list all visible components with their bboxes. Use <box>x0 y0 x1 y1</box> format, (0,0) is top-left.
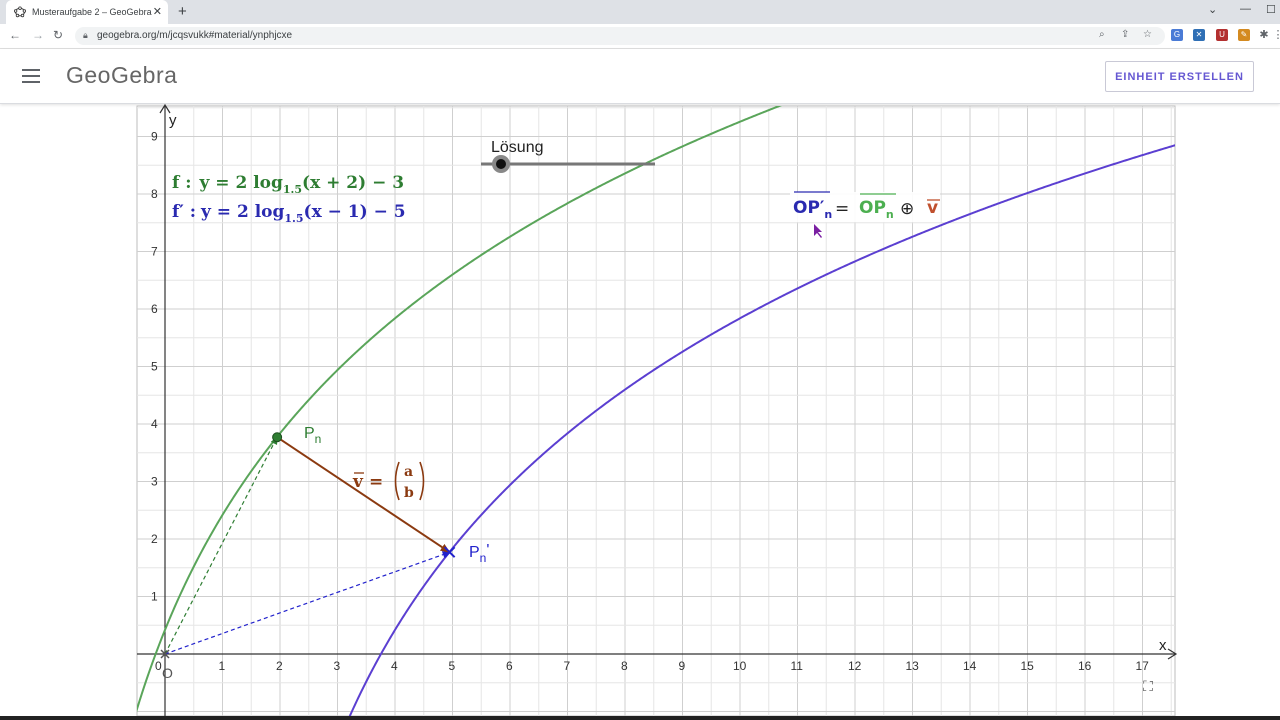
y-tick-label: 4 <box>151 417 158 431</box>
x-tick-label: 4 <box>391 659 398 673</box>
browser-tab[interactable]: Musteraufgabe 2 – GeoGebra ✕ <box>6 0 168 24</box>
x-tick-label: 12 <box>848 659 862 673</box>
browser-toolbar: ← → ↻ 🔒︎ geogebra.org/m/jcqsvukk#materia… <box>0 24 1280 49</box>
tab-title: Musteraufgabe 2 – GeoGebra <box>32 7 152 17</box>
x-tick-label: 14 <box>963 659 977 673</box>
tab-close-icon[interactable]: ✕ <box>153 5 162 18</box>
extensions-puzzle-icon[interactable]: ✱ <box>1258 29 1270 41</box>
x-tick-label: 5 <box>449 659 456 673</box>
vector-component-a: a <box>404 464 413 480</box>
x-tick-label: 17 <box>1136 659 1150 673</box>
zoom-icon[interactable]: ⌕ <box>1099 29 1105 40</box>
y-tick-label: 8 <box>151 187 158 201</box>
y-tick-label: 6 <box>151 302 158 316</box>
back-icon[interactable]: ← <box>9 28 21 42</box>
tab-search-icon[interactable]: ⌄ <box>1208 3 1217 16</box>
menu-dots-icon[interactable]: ⋮ <box>1272 29 1280 41</box>
forward-icon[interactable]: → <box>32 28 44 42</box>
x-axis-label: x <box>1159 637 1167 654</box>
vector-v-letter: v <box>352 472 364 492</box>
minimize-icon[interactable]: — <box>1240 3 1251 15</box>
y-tick-label: 7 <box>151 245 158 259</box>
hamburger-menu-icon[interactable] <box>22 69 40 83</box>
x-tick-label: 6 <box>506 659 513 673</box>
x-tick-label: 10 <box>733 659 747 673</box>
slider-handle[interactable] <box>496 159 506 169</box>
share-icon[interactable]: ⇪ <box>1121 29 1129 40</box>
x-tick-label: 16 <box>1078 659 1092 673</box>
svg-text:⊕: ⊕ <box>900 199 914 219</box>
fullscreen-icon[interactable]: ⛶ <box>1138 678 1158 698</box>
more-options-icon[interactable]: ⋮ <box>1276 69 1280 86</box>
geogebra-logo[interactable]: GeoGebra <box>66 62 177 89</box>
new-tab-button[interactable]: + <box>178 3 187 20</box>
x-tick-label: 8 <box>621 659 628 673</box>
y-tick-label: 5 <box>151 360 158 374</box>
browser-tabbar: Musteraufgabe 2 – GeoGebra ✕ + ⌄ — ☐ <box>0 0 1280 24</box>
point-pn <box>272 432 283 443</box>
geogebra-favicon-icon <box>14 6 26 18</box>
svg-text:=: = <box>835 199 849 219</box>
address-bar[interactable]: 🔒︎ geogebra.org/m/jcqsvukk#material/ynph… <box>75 27 1165 45</box>
create-unit-button[interactable]: EINHEIT ERSTELLEN <box>1105 61 1254 92</box>
x-tick-label: 3 <box>334 659 341 673</box>
x-tick-label: 13 <box>906 659 920 673</box>
reload-icon[interactable]: ↻ <box>53 28 63 42</box>
vector-relation[interactable]: OP′n = OPn ⊕ v <box>790 191 940 222</box>
geogebra-header: GeoGebra EINHEIT ERSTELLEN ⋮ <box>0 49 1280 104</box>
vector-component-b: b <box>404 485 414 501</box>
pen-extension-icon[interactable]: ✎ <box>1238 29 1250 41</box>
y-tick-label: 3 <box>151 475 158 489</box>
slider-label: Lösung <box>491 139 544 156</box>
url-text: geogebra.org/m/jcqsvukk#material/ynphjcx… <box>97 30 293 41</box>
maximize-icon[interactable]: ☐ <box>1266 3 1276 16</box>
vscode-extension-icon[interactable]: ✕ <box>1193 29 1205 41</box>
x-tick-label: 2 <box>276 659 283 673</box>
x-tick-label: 1 <box>219 659 226 673</box>
x-tick-label: 7 <box>564 659 571 673</box>
vector-equals: = <box>369 472 383 492</box>
y-tick-label: 9 <box>151 130 158 144</box>
lock-icon: 🔒︎ <box>83 30 88 40</box>
graph-view[interactable]: xy 0 1 2 3 4 5 6 7 8 9 10 11 12 13 14 15 16 17123456789 P… <box>0 103 1280 716</box>
translate-extension-icon[interactable]: G <box>1171 29 1183 41</box>
x-tick-label: 0 <box>155 659 162 673</box>
plot-area <box>136 105 1176 716</box>
y-axis-label: y <box>169 112 177 129</box>
y-tick-label: 1 <box>151 590 158 604</box>
svg-text:v: v <box>927 198 938 218</box>
x-tick-label: 15 <box>1021 659 1035 673</box>
bottom-edge <box>0 716 1280 720</box>
y-tick-label: 2 <box>151 532 158 546</box>
ublock-extension-icon[interactable]: U <box>1216 29 1228 41</box>
label-origin: O <box>162 665 173 681</box>
bookmark-star-icon[interactable]: ☆ <box>1143 29 1152 40</box>
x-tick-label: 9 <box>679 659 686 673</box>
x-tick-label: 11 <box>791 659 804 673</box>
